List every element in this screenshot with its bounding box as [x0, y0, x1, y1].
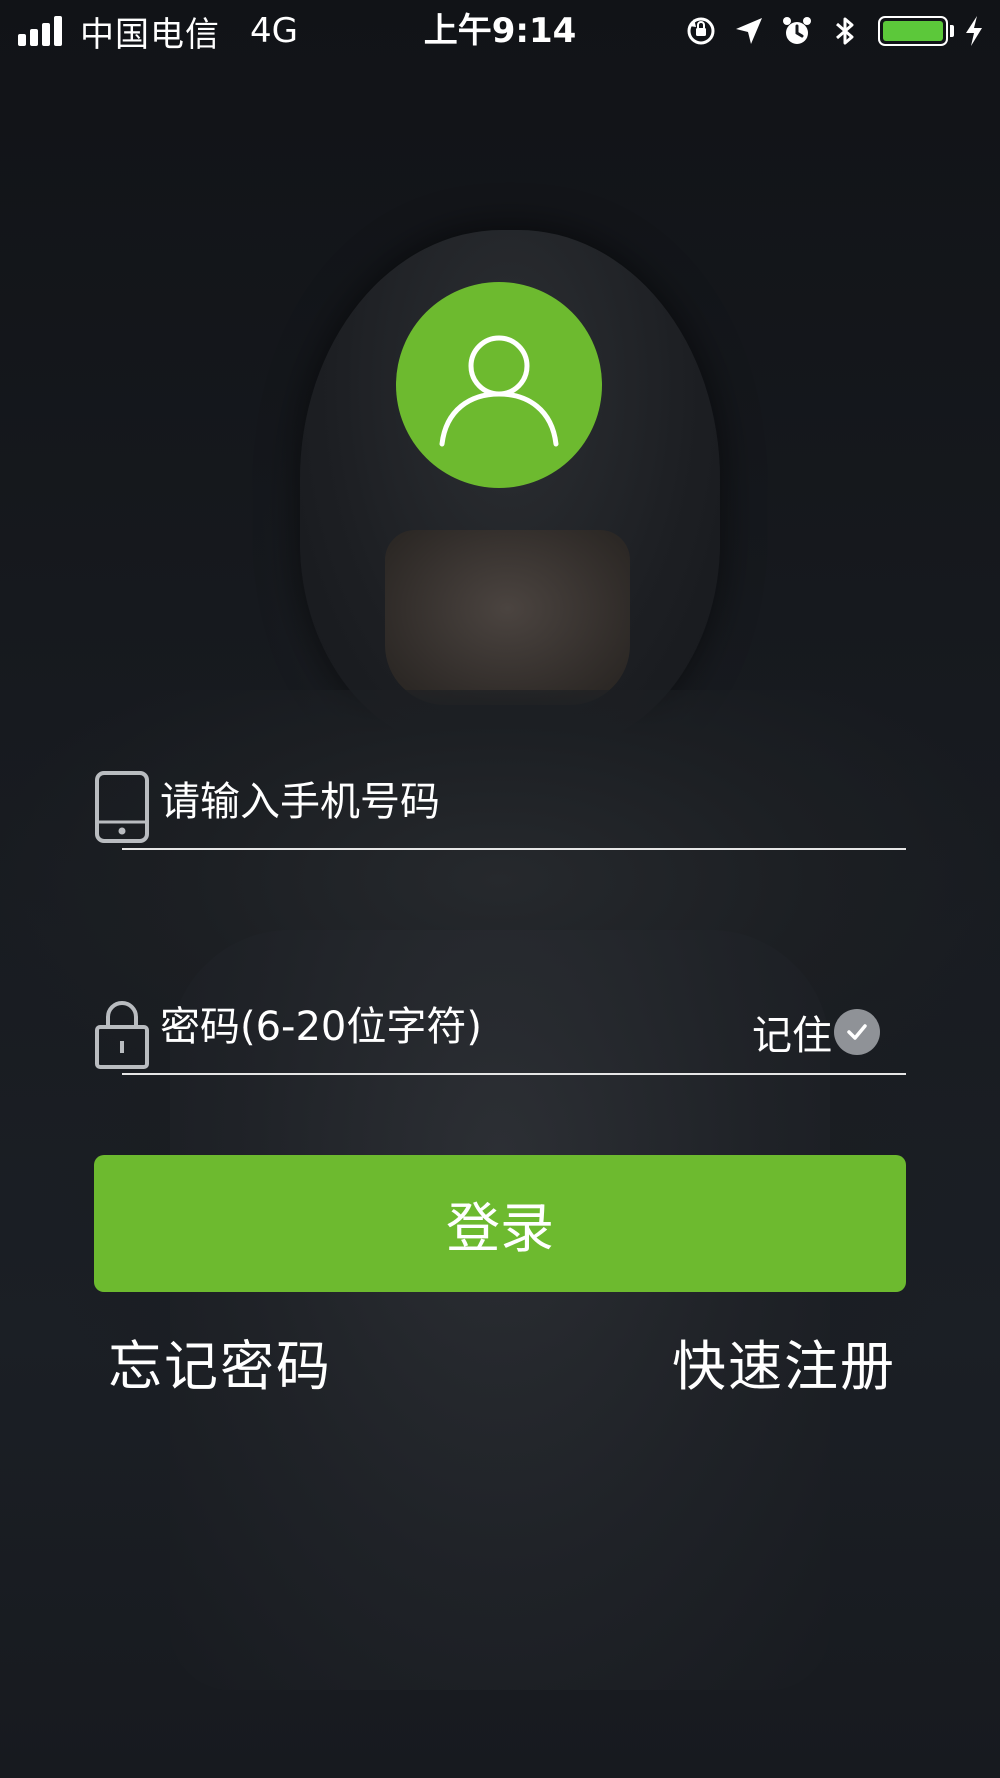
- quick-register-link[interactable]: 快速注册: [672, 1322, 896, 1401]
- lock-icon: [92, 995, 152, 1071]
- battery-level: [883, 21, 943, 41]
- user-icon: [439, 335, 559, 447]
- password-field: 记住: [92, 985, 906, 1075]
- remember-toggle[interactable]: 记住: [752, 1003, 880, 1061]
- phone-input[interactable]: [160, 772, 760, 832]
- forgot-password-link[interactable]: 忘记密码: [108, 1322, 332, 1401]
- phone-field: [92, 760, 906, 850]
- login-button[interactable]: 登录: [94, 1155, 906, 1292]
- avatar[interactable]: [396, 282, 602, 488]
- status-bar: 中国电信 4G 上午9:14: [0, 0, 1000, 62]
- background-photo: [0, 0, 1000, 1778]
- password-input[interactable]: [160, 997, 760, 1057]
- charging-icon: [962, 14, 986, 48]
- orientation-lock-icon: [684, 14, 718, 48]
- alarm-icon: [780, 14, 814, 48]
- password-underline: [122, 1073, 906, 1075]
- location-arrow-icon: [732, 14, 766, 48]
- login-screen: 中国电信 4G 上午9:14 请输入手机号码 记住 登录 忘记密码 快速注册: [0, 0, 1000, 1778]
- battery-icon: [878, 16, 954, 46]
- status-right: [670, 10, 986, 52]
- background-face: [385, 530, 630, 705]
- check-icon[interactable]: [834, 1009, 880, 1055]
- remember-label: 记住: [752, 1013, 832, 1059]
- phone-underline: [122, 848, 906, 850]
- bluetooth-icon: [828, 14, 862, 48]
- phone-icon: [92, 770, 152, 846]
